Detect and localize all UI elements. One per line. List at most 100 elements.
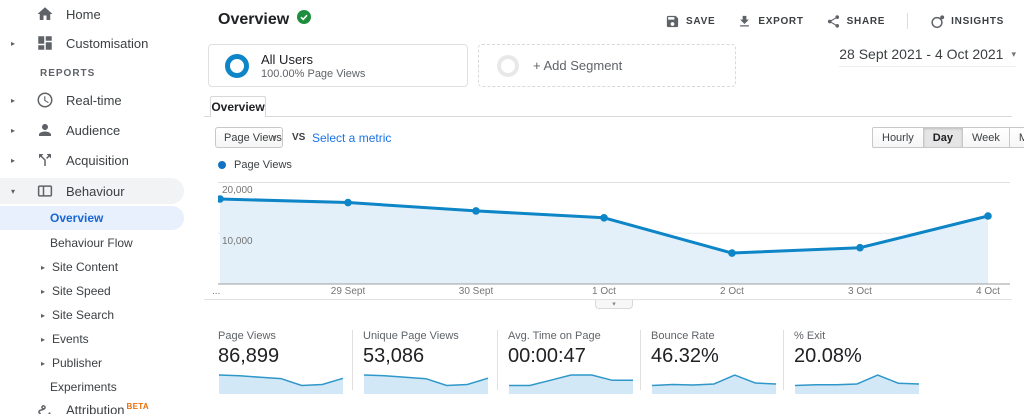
select-metric-link[interactable]: Select a metric	[312, 131, 391, 145]
x-axis-ticks: ...29 Sept30 Sept1 Oct2 Oct3 Oct4 Oct	[218, 286, 1010, 299]
home-icon	[36, 5, 54, 23]
chart-legend: Page Views	[218, 159, 292, 171]
sidebar-item-behaviour-flow[interactable]: Behaviour Flow	[0, 231, 200, 255]
metric-dropdown[interactable]: Page Views ▾	[215, 127, 283, 148]
sidebar-item-events[interactable]: ▸ Events	[0, 327, 200, 351]
sidebar-item-realtime[interactable]: ▸ Real-time	[0, 88, 200, 112]
chevron-right-icon: ▸	[41, 287, 45, 296]
sidebar-item-label: Publisher	[52, 356, 102, 370]
x-axis-tick: 29 Sept	[331, 286, 365, 297]
tab-overview[interactable]: Overview	[210, 96, 266, 117]
scorecard-unique-page-views[interactable]: Unique Page Views 53,086	[352, 330, 497, 390]
collapse-chart-handle[interactable]: ▾	[595, 300, 633, 309]
vs-label: VS	[292, 132, 305, 143]
sidebar-item-label: Events	[52, 332, 89, 346]
sidebar-item-attribution[interactable]: AttributionBETA	[0, 398, 200, 414]
granularity-day-button[interactable]: Day	[924, 127, 963, 148]
sidebar-item-label: Home	[66, 7, 101, 22]
granularity-selector: Hourly Day Week Month	[872, 127, 1024, 148]
scorecard-bounce-rate[interactable]: Bounce Rate 46.32%	[640, 330, 783, 390]
tabbar-divider	[204, 116, 1012, 117]
date-range-selector[interactable]: 28 Sept 2021 - 4 Oct 2021 ▾	[839, 46, 1016, 67]
realtime-icon	[36, 91, 54, 109]
y-axis-tick: 20,000	[222, 185, 253, 196]
chevron-right-icon: ▸	[41, 311, 45, 320]
chevron-right-icon: ▸	[41, 263, 45, 272]
pageviews-chart-svg	[218, 181, 1010, 285]
sidebar-item-behaviour[interactable]: ▾ Behaviour	[0, 178, 184, 204]
x-axis-tick: 2 Oct	[720, 286, 744, 297]
analytics-app: Home ▸ Customisation REPORTS ▸ Real-time…	[0, 0, 1024, 414]
sparkline	[651, 372, 777, 394]
legend-label: Page Views	[234, 159, 292, 171]
sidebar-item-label: Customisation	[66, 36, 148, 51]
sidebar-item-acquisition[interactable]: ▸ Acquisition	[0, 148, 200, 172]
download-icon	[737, 14, 752, 29]
sidebar-item-site-content[interactable]: ▸ Site Content	[0, 255, 200, 279]
sidebar-item-publisher[interactable]: ▸ Publisher	[0, 351, 200, 375]
sidebar-item-experiments[interactable]: Experiments	[0, 375, 200, 399]
granularity-month-button[interactable]: Month	[1010, 127, 1024, 148]
scorecard-page-views[interactable]: Page Views 86,899	[218, 330, 352, 390]
chevron-down-icon: ▾	[272, 133, 276, 142]
sidebar-item-label: Overview	[50, 211, 103, 225]
chevron-down-icon: ▾	[11, 187, 15, 196]
sidebar-item-audience[interactable]: ▸ Audience	[0, 118, 200, 142]
sidebar-item-label: Behaviour	[66, 184, 125, 199]
sparkline	[794, 372, 920, 394]
acquisition-icon	[36, 151, 54, 169]
chevron-right-icon: ▸	[11, 96, 15, 105]
sparkline	[508, 372, 634, 394]
chevron-right-icon: ▸	[11, 156, 15, 165]
customisation-icon	[36, 34, 54, 52]
segment-all-users[interactable]: All Users 100.00% Page Views	[208, 44, 468, 87]
save-button[interactable]: SAVE	[665, 14, 715, 29]
share-button[interactable]: SHARE	[826, 14, 886, 29]
reports-section-heading: REPORTS	[40, 68, 95, 79]
sidebar-item-site-search[interactable]: ▸ Site Search	[0, 303, 200, 327]
sidebar-item-label: Site Content	[52, 260, 118, 274]
share-icon	[826, 14, 841, 29]
segment-detail: 100.00% Page Views	[261, 68, 365, 80]
attribution-icon	[36, 401, 54, 414]
audience-icon	[36, 121, 54, 139]
x-axis-tick: 1 Oct	[592, 286, 616, 297]
page-title: Overview	[218, 10, 311, 29]
chevron-right-icon: ▸	[11, 126, 15, 135]
x-axis-tick: ...	[212, 286, 220, 297]
sidebar-item-label: Attribution	[66, 403, 125, 414]
chevron-right-icon: ▸	[11, 39, 15, 48]
granularity-week-button[interactable]: Week	[963, 127, 1010, 148]
granularity-hourly-button[interactable]: Hourly	[872, 127, 924, 148]
add-segment-button[interactable]: + Add Segment	[478, 44, 736, 87]
scorecard-avg-time-on-page[interactable]: Avg. Time on Page 00:00:47	[497, 330, 640, 390]
scorecards: Page Views 86,899 Unique Page Views 53,0…	[218, 330, 927, 390]
sidebar-item-label: Experiments	[50, 380, 117, 394]
main-content: Overview SAVE EXPORT SHARE INSIGHTS	[200, 0, 1024, 414]
sidebar-item-label: Acquisition	[66, 153, 129, 168]
export-button[interactable]: EXPORT	[737, 14, 803, 29]
chevron-down-icon: ▾	[1011, 49, 1016, 60]
sidebar-item-label: Audience	[66, 123, 120, 138]
segment-ring-icon	[497, 55, 519, 77]
sidebar-item-label: Real-time	[66, 93, 122, 108]
header-actions: SAVE EXPORT SHARE INSIGHTS	[665, 13, 1004, 29]
sidebar: Home ▸ Customisation REPORTS ▸ Real-time…	[0, 0, 200, 414]
sparkline	[218, 372, 344, 394]
pageviews-chart[interactable]: 20,000 10,000 ...29 Sept30 Sept1 Oct2 Oc…	[218, 181, 1010, 299]
sidebar-item-home[interactable]: Home	[0, 2, 200, 26]
x-axis-tick: 30 Sept	[459, 286, 493, 297]
x-axis-tick: 3 Oct	[848, 286, 872, 297]
sidebar-item-customisation[interactable]: ▸ Customisation	[0, 31, 200, 55]
save-icon	[665, 14, 680, 29]
insights-icon	[930, 14, 945, 29]
segment-name: All Users	[261, 52, 365, 67]
behaviour-icon	[36, 182, 54, 200]
segment-ring-icon	[225, 54, 249, 78]
chevron-right-icon: ▸	[41, 359, 45, 368]
sidebar-item-label: Behaviour Flow	[50, 236, 133, 250]
scorecard-percent-exit[interactable]: % Exit 20.08%	[783, 330, 927, 390]
insights-button[interactable]: INSIGHTS	[930, 14, 1004, 29]
sidebar-item-behaviour-overview[interactable]: Overview	[0, 206, 184, 230]
sidebar-item-site-speed[interactable]: ▸ Site Speed	[0, 279, 200, 303]
